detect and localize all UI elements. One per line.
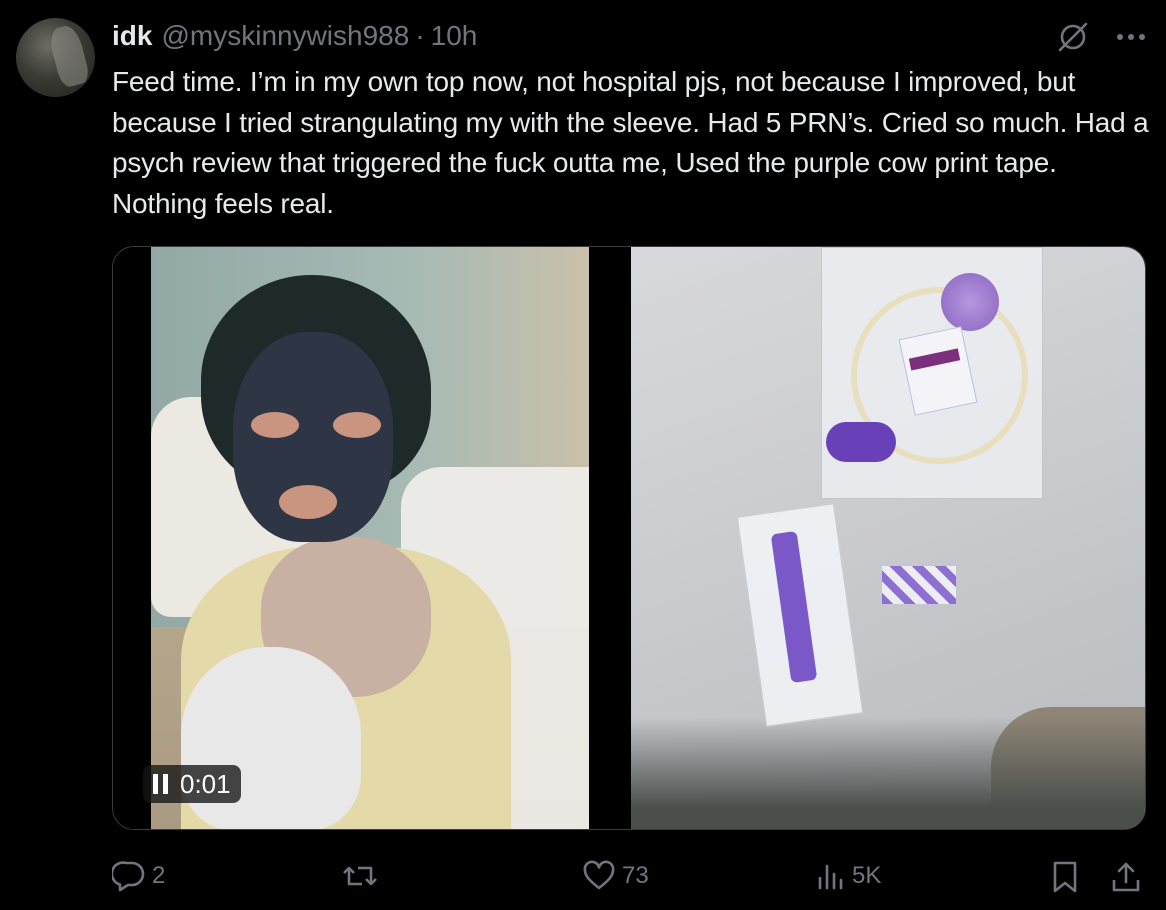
like-icon (582, 860, 616, 892)
bookmark-button[interactable] (1050, 860, 1080, 894)
views-button[interactable]: 5K (816, 860, 881, 892)
timestamp[interactable]: 10h (431, 20, 478, 52)
separator-dot: · (415, 20, 425, 51)
repost-icon (340, 860, 380, 892)
like-count: 73 (622, 862, 649, 889)
avatar[interactable] (16, 18, 95, 97)
media-grid: 0:01 (112, 246, 1146, 830)
tweet-header: idk @myskinnywish988 · 10h (112, 20, 477, 56)
share-button[interactable] (1110, 860, 1142, 894)
photo[interactable] (631, 247, 1145, 829)
like-button[interactable]: 73 (582, 860, 649, 892)
display-name[interactable]: idk (112, 20, 152, 52)
share-icon (1110, 860, 1142, 894)
video-time: 0:01 (180, 768, 231, 799)
reply-icon (112, 860, 146, 892)
reply-button[interactable]: 2 (112, 860, 165, 892)
video-player[interactable]: 0:01 (113, 247, 627, 829)
top-right-actions (1056, 20, 1146, 54)
action-bar: 2 73 5K (112, 854, 1146, 898)
repost-button[interactable] (340, 860, 386, 892)
views-count: 5K (852, 862, 882, 889)
tweet: idk @myskinnywish988 · 10h Feed time. I’… (0, 0, 1166, 910)
grok-icon[interactable] (1056, 20, 1090, 54)
more-icon[interactable] (1116, 32, 1146, 42)
video-playback-control[interactable]: 0:01 (143, 765, 241, 803)
reply-count: 2 (152, 862, 166, 889)
views-icon (816, 860, 846, 892)
pause-icon[interactable] (153, 774, 168, 794)
tweet-text: Feed time. I’m in my own top now, not ho… (112, 66, 1149, 219)
bookmark-icon (1050, 860, 1080, 894)
video-thumbnail[interactable] (151, 247, 589, 829)
user-handle[interactable]: @myskinnywish988 (161, 20, 409, 52)
